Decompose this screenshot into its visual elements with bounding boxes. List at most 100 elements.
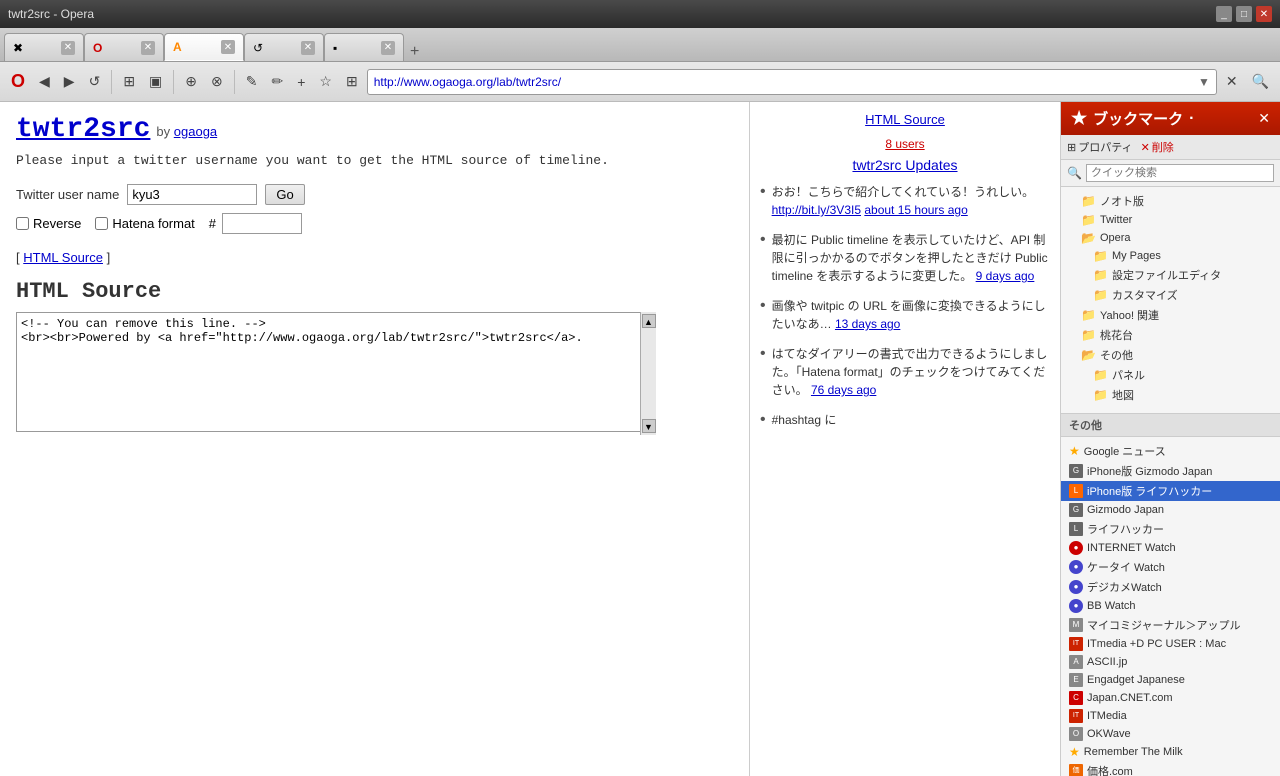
pen-button[interactable]: ✎	[241, 70, 263, 93]
star-button[interactable]: ☆	[314, 70, 337, 93]
bm-folder-yahoo[interactable]: 📁 Yahoo! 関連	[1061, 305, 1280, 325]
scrollbar-up[interactable]: ▲	[642, 314, 656, 328]
tab-5-icon: ▪	[333, 41, 337, 55]
forward-button[interactable]: ▶	[59, 70, 80, 93]
plus-button[interactable]: +	[292, 71, 310, 93]
bm-folder-momodai[interactable]: 📁 桃花台	[1061, 325, 1280, 345]
bm-google-news[interactable]: ★ Google ニュース	[1061, 441, 1280, 461]
html-source-link[interactable]: HTML Source	[23, 250, 103, 265]
source-textarea[interactable]: <!-- You can remove this line. --> <br><…	[16, 312, 656, 432]
minimize-button[interactable]: _	[1216, 6, 1232, 22]
right-panel: HTML Source 8 users twtr2src Updates • お…	[750, 102, 1060, 776]
opera-menu-button[interactable]: O	[6, 68, 30, 95]
bm-lifehacker-jp[interactable]: L ライフハッカー	[1061, 519, 1280, 539]
bm-engadget[interactable]: E Engadget Japanese	[1061, 671, 1280, 689]
updates-title[interactable]: twtr2src Updates	[760, 157, 1050, 173]
form-row-main: Twitter user name Go	[16, 184, 733, 205]
bookmarks-button[interactable]: ⊕	[180, 70, 202, 93]
new-tab-button[interactable]: +	[404, 43, 425, 61]
update-time-1[interactable]: about 15 hours ago	[864, 203, 967, 217]
favicon-lifehacker-jp: L	[1069, 522, 1083, 536]
rss-button[interactable]: ⊞	[341, 70, 363, 93]
close-button[interactable]: ✕	[1256, 6, 1272, 22]
update-time-3[interactable]: 13 days ago	[835, 317, 900, 331]
scrollbar-down[interactable]: ▼	[642, 419, 656, 433]
hatena-checkbox[interactable]	[95, 217, 108, 230]
highlight-button[interactable]: ✏	[266, 70, 288, 93]
html-source-title: HTML Source	[16, 279, 733, 304]
bm-cnet[interactable]: C Japan.CNET.com	[1061, 689, 1280, 707]
bm-digicam-watch[interactable]: ● デジカメWatch	[1061, 577, 1280, 597]
bm-folder-custom[interactable]: 📁 カスタマイズ	[1061, 285, 1280, 305]
tab-5[interactable]: ▪ ✕	[324, 33, 404, 61]
bm-folder-panel[interactable]: 📁 パネル	[1061, 365, 1280, 385]
search-button[interactable]: 🔍	[1247, 70, 1274, 93]
bm-lifehacker[interactable]: L iPhone版 ライフハッカー	[1061, 481, 1280, 501]
tab-3[interactable]: A ✕	[164, 33, 244, 61]
go-button[interactable]: Go	[265, 184, 304, 205]
bm-ascii[interactable]: A ASCII.jp	[1061, 653, 1280, 671]
tab-4-close[interactable]: ✕	[301, 41, 315, 55]
folder-icon: 📁	[1093, 249, 1108, 263]
tab-4[interactable]: ↺ ✕	[244, 33, 324, 61]
toolbar: O ◀ ▶ ↺ ⊞ ▣ ⊕ ⊗ ✎ ✏ + ☆ ⊞ ▼ ✕ 🔍	[0, 62, 1280, 102]
bm-kakaku[interactable]: 価 価格.com	[1061, 761, 1280, 776]
bm-folder-other[interactable]: 📂 その他	[1061, 345, 1280, 365]
bm-bb-watch[interactable]: ● BB Watch	[1061, 597, 1280, 615]
bm-gizmodo-jp[interactable]: G Gizmodo Japan	[1061, 501, 1280, 519]
right-html-source-link[interactable]: HTML Source	[865, 112, 945, 127]
tab-1[interactable]: ✖ ✕	[4, 33, 84, 61]
by-label: by ogaoga	[156, 124, 217, 139]
tab-2[interactable]: O ✕	[84, 33, 164, 61]
reverse-checkbox[interactable]	[16, 217, 29, 230]
view-button[interactable]: ▣	[144, 70, 167, 93]
update-link-1[interactable]: http://bit.ly/3V3I5	[772, 203, 861, 217]
feeds-button[interactable]: ⊗	[206, 70, 228, 93]
update-text-5: #hashtag に	[772, 411, 837, 429]
address-go-button[interactable]: ▼	[1198, 75, 1210, 89]
separator-2	[173, 70, 174, 94]
author-link[interactable]: ogaoga	[174, 124, 217, 139]
reload-button[interactable]: ↺	[84, 70, 106, 93]
tab-5-close[interactable]: ✕	[381, 41, 395, 55]
delete-button[interactable]: ✕ 削除	[1141, 139, 1174, 155]
bm-folder-editor[interactable]: 📁 設定ファイルエディタ	[1061, 265, 1280, 285]
bookmarks-header: ★ ブックマーク · ✕	[1061, 102, 1280, 135]
back-button[interactable]: ◀	[34, 70, 55, 93]
username-input[interactable]	[127, 184, 257, 205]
bm-mycom[interactable]: M マイコミジャーナル＞アップル	[1061, 615, 1280, 635]
bookmarks-close-button[interactable]: ✕	[1258, 110, 1270, 127]
bm-keitai-watch[interactable]: ● ケータイ Watch	[1061, 557, 1280, 577]
update-time-4[interactable]: 76 days ago	[811, 383, 876, 397]
properties-button[interactable]: ⊞ プロパティ	[1067, 139, 1133, 155]
address-input[interactable]	[374, 75, 1198, 89]
tab-2-close[interactable]: ✕	[141, 41, 155, 55]
bm-folder-twitter[interactable]: 📁 Twitter	[1061, 211, 1280, 229]
address-reload-button[interactable]: ✕	[1221, 70, 1243, 93]
bm-folder-opera[interactable]: 📂 Opera	[1061, 229, 1280, 247]
bm-folder-map[interactable]: 📁 地図	[1061, 385, 1280, 405]
favicon-itmedia-d: IT	[1069, 637, 1083, 651]
bm-okwave[interactable]: O OKWave	[1061, 725, 1280, 743]
tab-1-close[interactable]: ✕	[61, 41, 75, 55]
users-badge[interactable]: 8 users	[760, 137, 1050, 151]
bm-itmedia[interactable]: IT ITMedia	[1061, 707, 1280, 725]
bm-itmedia-d[interactable]: IT ITmedia +D PC USER : Mac	[1061, 635, 1280, 653]
page-title[interactable]: twtr2src	[16, 114, 150, 145]
bm-gizmodo[interactable]: G iPhone版 Gizmodo Japan	[1061, 461, 1280, 481]
bm-folder-note[interactable]: 📁 ノオト版	[1061, 191, 1280, 211]
maximize-button[interactable]: □	[1236, 6, 1252, 22]
bm-rtm[interactable]: ★ Remember The Milk	[1061, 743, 1280, 761]
bookmarks-search-input[interactable]	[1086, 164, 1274, 182]
grid-button[interactable]: ⊞	[118, 70, 140, 93]
tab-3-close[interactable]: ✕	[221, 40, 235, 54]
bm-internet-watch[interactable]: ● INTERNET Watch	[1061, 539, 1280, 557]
hash-input[interactable]	[222, 213, 302, 234]
folder-icon: 📁	[1081, 308, 1096, 322]
separator-3	[234, 70, 235, 94]
update-time-2[interactable]: 9 days ago	[976, 269, 1035, 283]
page-subtitle: Please input a twitter username you want…	[16, 153, 733, 168]
tab-2-icon: O	[93, 41, 102, 55]
window-controls: _ □ ✕	[1216, 6, 1272, 22]
bm-folder-mypages[interactable]: 📁 My Pages	[1061, 247, 1280, 265]
